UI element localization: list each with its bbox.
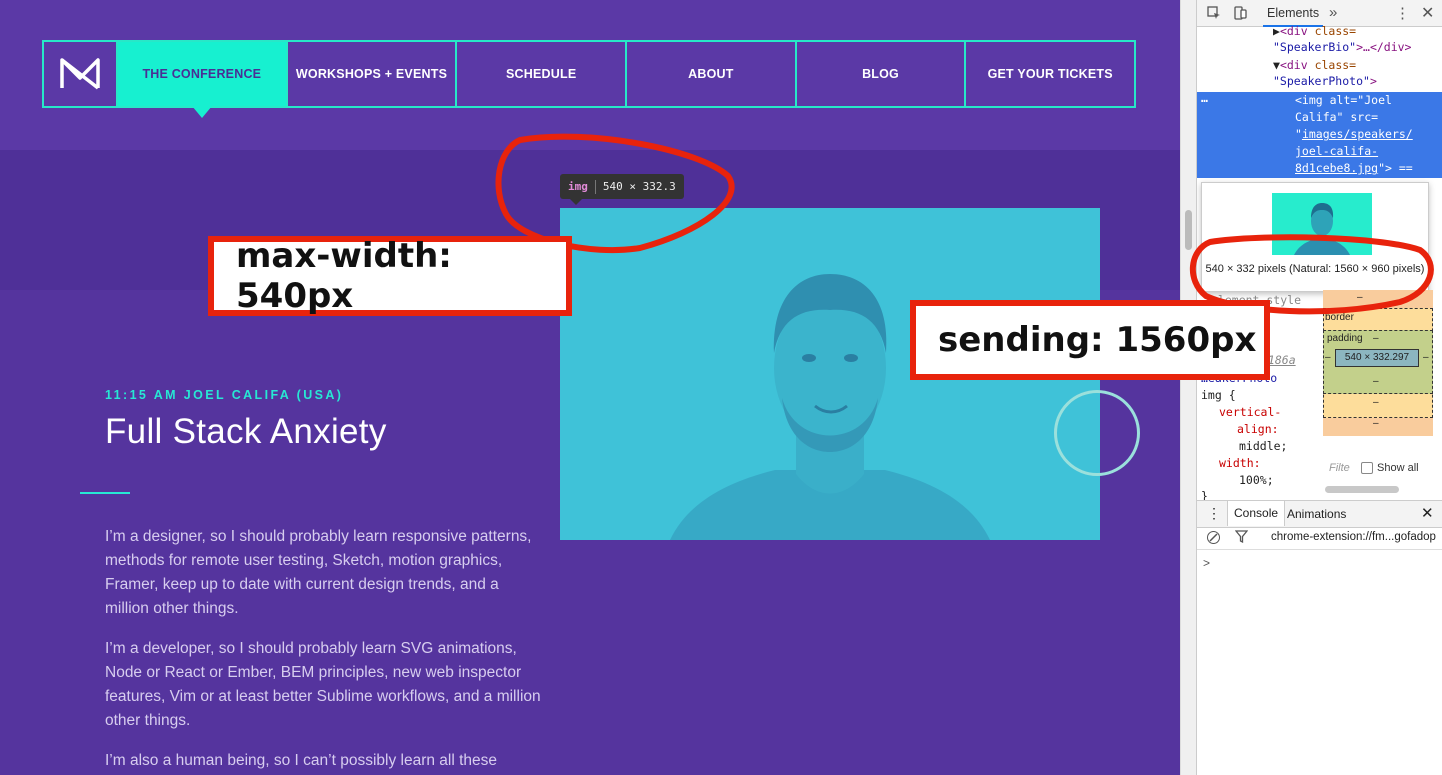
box-padding-label: padding [1327,333,1363,344]
box-content[interactable]: 540 × 332.297 [1335,349,1419,367]
tooltip-tag: img [568,180,588,193]
talk-paragraph: I’m a developer, so I should probably le… [105,640,541,729]
logo-mark-icon [60,58,100,90]
talk-paragraph: I’m also a human being, so I can’t possi… [105,752,498,769]
devtools-panel: Elements » ⋮ ✕ ▶<div class= "SpeakerBio"… [1196,0,1442,775]
nav-item-the-conference[interactable]: THE CONFERENCE [118,42,288,118]
filter-funnel-icon[interactable] [1234,530,1249,546]
site-logo-icon[interactable] [44,42,118,106]
title-divider [80,492,130,494]
style-prop[interactable]: vertical- [1219,404,1281,421]
max-width-callout: max-width: 540px [208,236,572,316]
kebab-menu-icon[interactable]: ⋮ [1395,4,1410,22]
drawer-menu-icon[interactable]: ⋮ [1207,505,1221,522]
more-tabs-icon[interactable]: » [1329,4,1337,21]
show-all-label: Show all [1377,462,1419,474]
nav-item-about[interactable]: ABOUT [627,42,797,106]
dom-node-speakerphoto[interactable]: ▼<div class= [1273,57,1356,74]
decorative-ring [1054,390,1140,476]
conference-website: THE CONFERENCE WORKSHOPS + EVENTS SCHEDU… [0,0,1180,775]
nav-item-get-your-tickets[interactable]: GET YOUR TICKETS [966,42,1134,106]
style-prop[interactable]: width: [1219,455,1261,472]
styles-hscroll-thumb[interactable] [1325,486,1399,493]
console-context-select[interactable]: chrome-extension://fm...gofadop [1271,531,1436,543]
close-drawer-icon[interactable]: ✕ [1421,504,1434,522]
dom-tree: ▶<div class= "SpeakerBio">…</div> ▼<div … [1197,23,1442,182]
style-value[interactable]: 100%; [1239,472,1274,489]
image-preview-thumbnail [1272,193,1372,255]
dom-node-img-selected[interactable]: … <img alt="Joel Califa" src= "images/sp… [1197,90,1442,178]
style-prop[interactable]: align: [1237,421,1279,438]
drawer-tabs: ⋮ Console Animations ✕ [1197,500,1442,528]
filter-input[interactable]: Filte [1329,462,1350,474]
inspect-size-tooltip: img 540 × 332.3 [560,174,684,205]
inspect-cursor-icon[interactable] [1207,6,1221,23]
main-nav: THE CONFERENCE WORKSHOPS + EVENTS SCHEDU… [42,40,1136,118]
console-prompt[interactable]: > [1203,556,1210,570]
page-scrollbar[interactable] [1180,0,1197,775]
tab-animations[interactable]: Animations [1287,507,1346,521]
talk-paragraph: I’m a designer, so I should probably lea… [105,528,532,617]
talk-meta: 11:15 AM JOEL CALIFA (USA) [105,388,344,402]
src-link[interactable]: images/speakers/ [1302,127,1413,141]
src-link[interactable]: joel-califa- [1295,144,1378,158]
image-preview-popover: 540 × 332 pixels (Natural: 1560 × 960 pi… [1201,182,1429,292]
box-model-diagram: 540 × 332.297 – border padding – – – – –… [1323,290,1433,460]
computed-filter-bar: Filte Show all [1323,460,1433,482]
sending-size-callout: sending: 1560px [910,300,1270,380]
box-border-label: border [1325,312,1354,323]
nav-item-blog[interactable]: BLOG [797,42,967,106]
src-link[interactable]: 8d1cebe8.jpg [1295,161,1378,175]
talk-title: Full Stack Anxiety [105,412,387,451]
nav-item-schedule[interactable]: SCHEDULE [457,42,628,106]
console-toolbar: chrome-extension://fm...gofadop [1197,527,1442,550]
style-rule-selector: img { [1201,388,1236,402]
clear-console-icon[interactable] [1207,531,1220,544]
show-all-checkbox[interactable] [1361,462,1373,474]
close-devtools-icon[interactable]: ✕ [1421,3,1434,23]
image-preview-caption: 540 × 332 pixels (Natural: 1560 × 960 pi… [1205,263,1425,275]
dom-ellipsis-icon[interactable]: … [1201,90,1208,107]
scrollbar-thumb[interactable] [1185,210,1192,250]
tab-console[interactable]: Console [1227,501,1286,526]
tooltip-size: 540 × 332.3 [602,180,676,193]
style-value[interactable]: middle; [1239,438,1287,455]
nav-item-workshops-events[interactable]: WORKSHOPS + EVENTS [288,42,458,106]
device-toolbar-icon[interactable] [1233,6,1247,23]
dom-node-speakerbio[interactable]: ▶<div class= [1273,23,1356,40]
tab-elements[interactable]: Elements [1262,6,1324,27]
